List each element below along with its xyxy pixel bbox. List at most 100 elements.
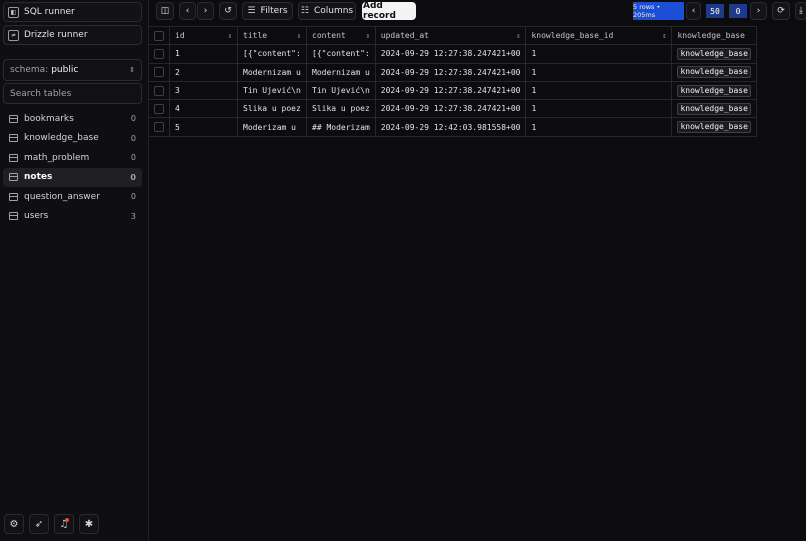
- column-header-updated-at[interactable]: updated_at ⇕: [375, 25, 527, 46]
- bug-icon[interactable]: ✱: [79, 514, 99, 534]
- cell-id[interactable]: 4: [169, 99, 238, 119]
- filters-button[interactable]: ☰ Filters: [242, 2, 293, 20]
- rows-info-badge: 5 rows • 205ms: [633, 2, 684, 20]
- cell-content[interactable]: [{"content":: [306, 44, 376, 64]
- back-button[interactable]: ‹: [179, 2, 196, 20]
- row-select-cell[interactable]: [149, 99, 170, 119]
- drizzle-runner-label: Drizzle runner: [24, 30, 88, 40]
- add-record-button[interactable]: Add record: [362, 1, 416, 21]
- rocket-icon[interactable]: ➶: [29, 514, 49, 534]
- sort-icon[interactable]: ⇕: [297, 32, 301, 40]
- row-checkbox[interactable]: [154, 103, 164, 114]
- sidebar-item-math-problem[interactable]: math_problem 0: [3, 148, 142, 168]
- table-row[interactable]: 4 Slika u poez Slika u poez 2024-09-29 1…: [149, 99, 757, 119]
- table-row[interactable]: 2 Modernizam u Modernizam u 2024-09-29 1…: [149, 63, 757, 82]
- drizzle-runner-button[interactable]: ≠ Drizzle runner: [3, 25, 142, 45]
- cell-knowledge-base-id[interactable]: 1: [525, 99, 673, 119]
- cell-id[interactable]: 3: [169, 81, 238, 101]
- limit-input[interactable]: [706, 4, 724, 18]
- relation-tag[interactable]: knowledge_base: [677, 47, 751, 60]
- cell-knowledge-base-id[interactable]: 1: [525, 63, 673, 82]
- toggle-sidebar-button[interactable]: ◫: [156, 2, 174, 20]
- row-select-cell[interactable]: [149, 81, 170, 101]
- table-name: knowledge_base: [24, 133, 99, 144]
- column-label: knowledge_base: [677, 31, 745, 41]
- chevron-right-icon: ›: [756, 6, 761, 16]
- cell-knowledge-base[interactable]: knowledge_base: [671, 44, 757, 64]
- sidebar-item-bookmarks[interactable]: bookmarks 0: [3, 109, 142, 129]
- relation-tag[interactable]: knowledge_base: [677, 102, 751, 115]
- cell-content[interactable]: Slika u poez: [306, 99, 376, 119]
- sort-icon[interactable]: ⇕: [366, 32, 370, 40]
- cell-title[interactable]: Moderizam u: [237, 117, 307, 137]
- search-tables-input[interactable]: [3, 83, 142, 104]
- sidebar-item-notes[interactable]: notes 0: [3, 167, 142, 187]
- settings-icon[interactable]: ⚙: [4, 514, 24, 534]
- cell-knowledge-base-id[interactable]: 1: [525, 117, 673, 137]
- row-checkbox[interactable]: [154, 85, 164, 96]
- bell-icon[interactable]: ♫: [54, 514, 74, 534]
- sort-icon[interactable]: ⇕: [228, 32, 232, 40]
- row-select-cell[interactable]: [149, 63, 170, 82]
- refresh-button[interactable]: ⟳: [772, 2, 790, 20]
- cell-updated-at[interactable]: 2024-09-29 12:42:03.981558+00: [375, 117, 527, 137]
- cell-content[interactable]: ## Moderizam: [306, 117, 376, 137]
- select-all-checkbox[interactable]: [154, 30, 164, 41]
- next-page-button[interactable]: ›: [750, 2, 767, 20]
- table-name: bookmarks: [24, 113, 74, 124]
- table-count: 3: [130, 211, 136, 221]
- cell-updated-at[interactable]: 2024-09-29 12:27:38.247421+00: [375, 99, 527, 119]
- cell-id[interactable]: 5: [169, 117, 238, 137]
- cell-id[interactable]: 1: [169, 44, 238, 64]
- cell-content[interactable]: Modernizam u: [306, 63, 376, 82]
- sidebar-item-question-answer[interactable]: question_answer 0: [3, 187, 142, 207]
- column-header-title[interactable]: title ⇕: [237, 25, 307, 46]
- columns-button[interactable]: ☷ Columns: [298, 2, 356, 20]
- sql-runner-button[interactable]: ◧ SQL runner: [3, 2, 142, 22]
- relation-tag[interactable]: knowledge_base: [677, 84, 751, 97]
- row-checkbox[interactable]: [154, 122, 164, 133]
- column-header-knowledge-base[interactable]: knowledge_base: [671, 25, 757, 46]
- row-select-cell[interactable]: [149, 117, 170, 137]
- sort-icon[interactable]: ⇕: [516, 32, 520, 40]
- table-row[interactable]: 3 Tin Ujević\n Tin Ujević\n 2024-09-29 1…: [149, 81, 757, 101]
- cell-knowledge-base[interactable]: knowledge_base: [671, 117, 757, 137]
- column-header-content[interactable]: content ⇕: [306, 25, 376, 46]
- cell-title[interactable]: Slika u poez: [237, 99, 307, 119]
- sidebar-item-knowledge-base[interactable]: knowledge_base 0: [3, 129, 142, 149]
- offset-input[interactable]: [729, 4, 747, 18]
- table-icon: [9, 192, 18, 201]
- sort-icon[interactable]: ⇕: [662, 32, 666, 40]
- schema-select[interactable]: schema: public ⇕: [3, 59, 142, 81]
- sql-runner-label: SQL runner: [24, 7, 75, 17]
- forward-button[interactable]: ›: [197, 2, 214, 20]
- history-button[interactable]: ↺: [219, 2, 237, 20]
- cell-updated-at[interactable]: 2024-09-29 12:27:38.247421+00: [375, 63, 527, 82]
- cell-title[interactable]: Tin Ujević\n: [237, 81, 307, 101]
- row-select-cell[interactable]: [149, 44, 170, 64]
- cell-knowledge-base[interactable]: knowledge_base: [671, 63, 757, 82]
- cell-knowledge-base-id[interactable]: 1: [525, 81, 673, 101]
- cell-title[interactable]: [{"content":: [237, 44, 307, 64]
- cell-content[interactable]: Tin Ujević\n: [306, 81, 376, 101]
- table-row[interactable]: 5 Moderizam u ## Moderizam 2024-09-29 12…: [149, 117, 757, 137]
- download-icon: ⤓: [799, 6, 803, 16]
- cell-id[interactable]: 2: [169, 63, 238, 82]
- cell-knowledge-base[interactable]: knowledge_base: [671, 99, 757, 119]
- cell-knowledge-base[interactable]: knowledge_base: [671, 81, 757, 101]
- row-checkbox[interactable]: [154, 67, 164, 78]
- cell-updated-at[interactable]: 2024-09-29 12:27:38.247421+00: [375, 44, 527, 64]
- cell-knowledge-base-id[interactable]: 1: [525, 44, 673, 64]
- relation-tag[interactable]: knowledge_base: [677, 121, 751, 134]
- sidebar-item-users[interactable]: users 3: [3, 207, 142, 227]
- row-checkbox[interactable]: [154, 48, 164, 59]
- column-header-knowledge-base-id[interactable]: knowledge_base_id ⇕: [525, 25, 673, 46]
- column-header-id[interactable]: id ⇕: [169, 25, 238, 46]
- cell-updated-at[interactable]: 2024-09-29 12:27:38.247421+00: [375, 81, 527, 101]
- select-all-cell[interactable]: [149, 25, 170, 46]
- export-button[interactable]: ⤓: [795, 2, 806, 20]
- table-row[interactable]: 1 [{"content": [{"content": 2024-09-29 1…: [149, 44, 757, 64]
- relation-tag[interactable]: knowledge_base: [677, 66, 751, 79]
- prev-page-button[interactable]: ‹: [686, 2, 701, 20]
- cell-title[interactable]: Modernizam u: [237, 63, 307, 82]
